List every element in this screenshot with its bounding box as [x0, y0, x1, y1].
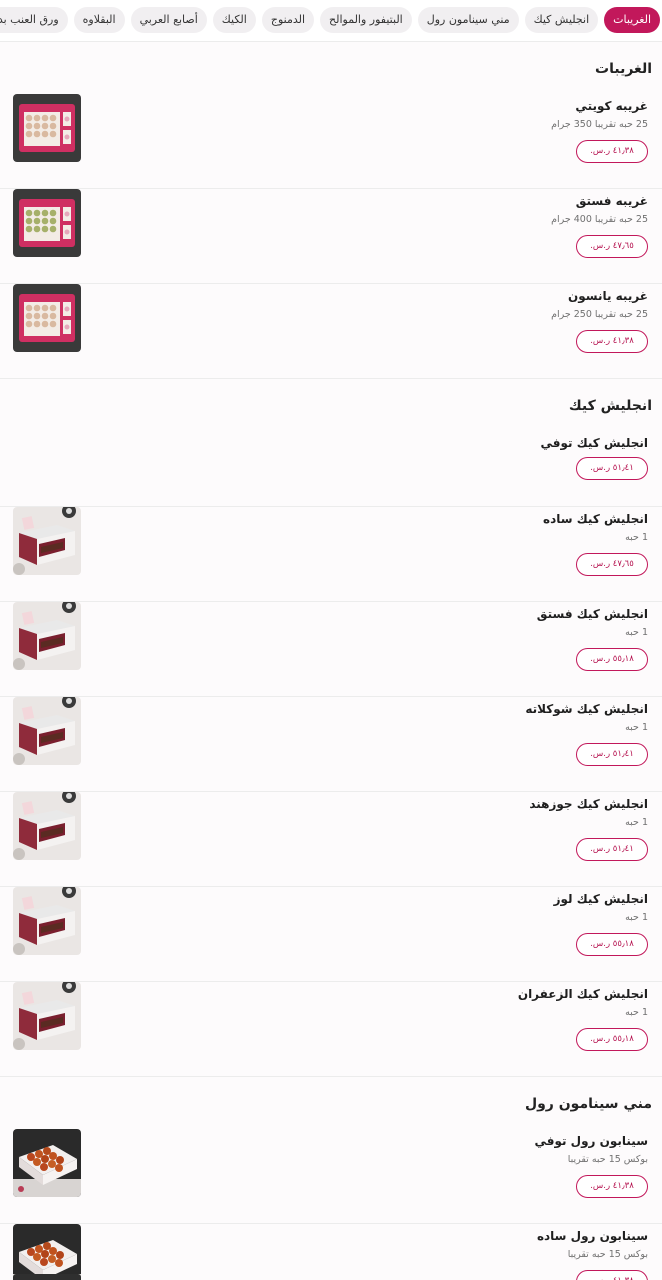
- product-image[interactable]: [13, 602, 81, 670]
- price-button[interactable]: ٥١٫٤١ ر.س.: [576, 457, 648, 480]
- price-button[interactable]: ٥٥٫١٨ ر.س.: [576, 933, 648, 956]
- product-item[interactable]: غريبه يانسون 25 حبه تقريبا 250 جرام ٤١٫٣٨ …: [0, 284, 662, 379]
- next-item-thumbnail-peek: [13, 1274, 81, 1280]
- category-tab[interactable]: الدمنوج: [261, 7, 315, 33]
- product-item[interactable]: غريبه كويتي 25 حبه تقريبا 350 جرام ٤١٫٣٨ ر…: [0, 94, 662, 189]
- product-item[interactable]: غريبه فستق 25 حبه تقريبا 400 جرام ٤٧٫٦٥ ر.…: [0, 189, 662, 284]
- product-item[interactable]: انجليش كيك لوز 1 حبه ٥٥٫١٨ ر.س.: [0, 887, 662, 982]
- product-item[interactable]: سينابون رول توفي بوكس 15 حبه تقريبا ٤١٫٣٨ …: [0, 1129, 662, 1224]
- product-description: 1 حبه: [625, 532, 648, 543]
- section-title: مني سينامون رول: [0, 1077, 662, 1129]
- product-item[interactable]: انجليش كيك توفي ٥١٫٤١ ر.س.: [0, 431, 662, 507]
- category-tab[interactable]: البتيفور والموالح: [320, 7, 412, 33]
- category-tab[interactable]: الكيك: [212, 7, 256, 33]
- product-image[interactable]: [13, 94, 81, 162]
- product-image[interactable]: [13, 697, 81, 765]
- product-name: انجليش كيك الزعفران: [517, 987, 648, 1001]
- price-button[interactable]: ٤١٫٣٨ ر.س.: [576, 140, 648, 163]
- product-name: غريبه فستق: [575, 194, 648, 208]
- product-item[interactable]: سينابون رول ساده بوكس 15 حبه تقريبا ٤١٫٣٨ …: [0, 1224, 662, 1280]
- category-tab[interactable]: مني سينامون رول: [417, 7, 519, 33]
- product-item[interactable]: انجليش كيك جوزهند 1 حبه ٥١٫٤١ ر.س.: [0, 792, 662, 887]
- product-item[interactable]: انجليش كيك الزعفران 1 حبه ٥٥٫١٨ ر.س.: [0, 982, 662, 1077]
- product-image[interactable]: [13, 1129, 81, 1197]
- product-image[interactable]: [13, 284, 81, 352]
- product-item[interactable]: انجليش كيك فستق 1 حبه ٥٥٫١٨ ر.س.: [0, 602, 662, 697]
- product-name: انجليش كيك جوزهند: [529, 797, 648, 811]
- product-description: 1 حبه: [625, 817, 648, 828]
- product-name: انجليش كيك ساده: [543, 512, 648, 526]
- product-name: غريبه كويتي: [575, 99, 648, 113]
- price-button[interactable]: ٥١٫٤١ ر.س.: [576, 743, 648, 766]
- product-description: بوكس 15 حبه تقريبا: [567, 1154, 648, 1165]
- price-button[interactable]: ٤٧٫٦٥ ر.س.: [576, 553, 648, 576]
- category-tab[interactable]: أصابع العربي: [130, 7, 207, 33]
- product-name: غريبه يانسون: [567, 289, 648, 303]
- product-item[interactable]: انجليش كيك شوكلاته 1 حبه ٥١٫٤١ ر.س.: [0, 697, 662, 792]
- price-button[interactable]: ٤١٫٣٨ ر.س.: [576, 1270, 648, 1280]
- product-description: 25 حبه تقريبا 400 جرام: [551, 214, 648, 225]
- category-tab[interactable]: ورق العنب بدبس الرمان: [0, 7, 68, 33]
- menu-list[interactable]: الغريبات غريبه كويتي 25 حبه تقريبا 350 جرا…: [0, 42, 662, 1280]
- product-description: 1 حبه: [625, 1007, 648, 1018]
- product-image[interactable]: [13, 792, 81, 860]
- section-title: الغريبات: [0, 42, 662, 94]
- product-description: 1 حبه: [625, 722, 648, 733]
- product-name: انجليش كيك توفي: [540, 436, 648, 450]
- category-tabs-bar[interactable]: الغريبات انجليش كيك مني سينامون رول البتيفو…: [0, 0, 662, 42]
- product-name: سينابون رول توفي: [534, 1134, 648, 1148]
- product-image[interactable]: [13, 189, 81, 257]
- product-description: 25 حبه تقريبا 250 جرام: [551, 309, 648, 320]
- section-title: انجليش كيك: [0, 379, 662, 431]
- product-description: 25 حبه تقريبا 350 جرام: [551, 119, 648, 130]
- price-button[interactable]: ٥٥٫١٨ ر.س.: [576, 1028, 648, 1051]
- category-tabs-track: الغريبات انجليش كيك مني سينامون رول البتيفو…: [0, 7, 660, 33]
- product-description: بوكس 15 حبه تقريبا: [567, 1249, 648, 1260]
- category-tab[interactable]: البقلاوه: [73, 7, 125, 33]
- category-tab[interactable]: الغريبات: [604, 7, 660, 33]
- product-description: 1 حبه: [625, 627, 648, 638]
- price-button[interactable]: ٤١٫٣٨ ر.س.: [576, 1175, 648, 1198]
- product-name: سينابون رول ساده: [536, 1229, 648, 1243]
- product-name: انجليش كيك شوكلاته: [525, 702, 648, 716]
- product-image[interactable]: [13, 1224, 81, 1280]
- product-name: انجليش كيك لوز: [553, 892, 648, 906]
- price-button[interactable]: ٤١٫٣٨ ر.س.: [576, 330, 648, 353]
- category-tab[interactable]: انجليش كيك: [524, 7, 599, 33]
- price-button[interactable]: ٥٥٫١٨ ر.س.: [576, 648, 648, 671]
- product-image[interactable]: [13, 982, 81, 1050]
- product-item[interactable]: انجليش كيك ساده 1 حبه ٤٧٫٦٥ ر.س.: [0, 507, 662, 602]
- product-description: 1 حبه: [625, 912, 648, 923]
- product-image[interactable]: [13, 887, 81, 955]
- price-button[interactable]: ٤٧٫٦٥ ر.س.: [576, 235, 648, 258]
- price-button[interactable]: ٥١٫٤١ ر.س.: [576, 838, 648, 861]
- product-image[interactable]: [13, 507, 81, 575]
- product-name: انجليش كيك فستق: [536, 607, 648, 621]
